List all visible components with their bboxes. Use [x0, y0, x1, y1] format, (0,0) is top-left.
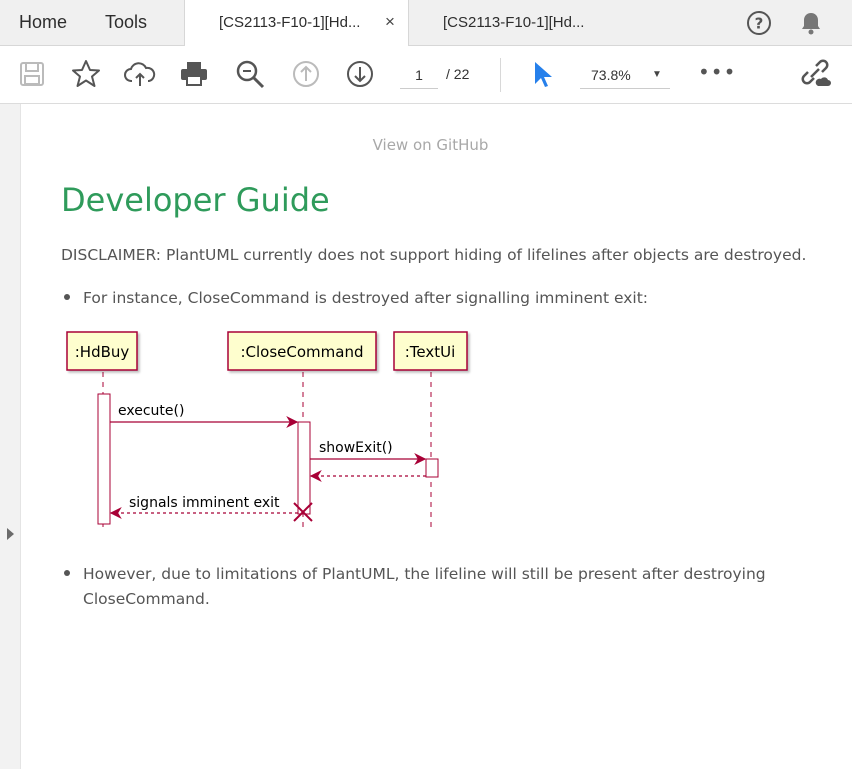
print-icon[interactable] [178, 58, 210, 90]
close-icon[interactable]: × [385, 12, 395, 32]
toolbar-divider [500, 58, 501, 92]
message-label: execute() [118, 403, 184, 419]
activation-closecommand [297, 421, 311, 515]
tab-label: [CS2113-F10-1][Hd... [443, 14, 585, 31]
page-up-icon[interactable] [290, 58, 322, 90]
sequence-diagram: :HdBuy :CloseCommand :TextUi execute() s… [66, 331, 468, 530]
participant-label: :TextUi [405, 343, 456, 361]
notification-bell-icon[interactable] [797, 9, 825, 41]
expand-panel-arrow-icon[interactable] [7, 528, 14, 540]
svg-text:?: ? [755, 15, 764, 33]
message-label: signals imminent exit [129, 495, 280, 511]
select-cursor-icon[interactable] [526, 58, 558, 90]
share-link-icon[interactable] [798, 58, 831, 90]
chevron-down-icon: ▼ [652, 69, 662, 80]
activation-hdbuy [97, 393, 111, 525]
help-icon[interactable]: ? [745, 9, 773, 41]
list-item: However, due to limitations of PlantUML,… [64, 562, 766, 612]
upload-cloud-icon[interactable] [124, 58, 156, 90]
github-link[interactable]: View on GitHub [21, 136, 840, 154]
page-number-input[interactable]: 1 [400, 62, 438, 89]
list-item-text: For instance, CloseCommand is destroyed … [83, 289, 648, 307]
participant-hdbuy: :HdBuy [66, 331, 138, 371]
zoom-value: 73.8% [591, 67, 631, 83]
list-item-text-cont: CloseCommand. [83, 590, 210, 608]
left-panel-rail [0, 104, 21, 769]
page-total: / 22 [446, 66, 470, 82]
tab-bar: Home Tools [CS2113-F10-1][Hd... × [CS211… [0, 0, 852, 47]
page-title: Developer Guide [61, 181, 330, 219]
bullet-dot-icon [64, 294, 70, 300]
more-icon[interactable]: ••• [698, 60, 736, 84]
bookmark-star-icon[interactable] [70, 58, 102, 90]
participant-textui: :TextUi [393, 331, 468, 371]
tab-document-active[interactable]: [CS2113-F10-1][Hd... × [184, 0, 409, 47]
participant-label: :HdBuy [75, 343, 130, 361]
save-icon[interactable] [16, 58, 48, 90]
tab-document-2[interactable]: [CS2113-F10-1][Hd... [409, 0, 634, 46]
toolbar: 1 / 22 73.8% ▼ ••• [0, 46, 852, 104]
tab-label: [CS2113-F10-1][Hd... [219, 14, 361, 31]
list-item-text: However, due to limitations of PlantUML,… [83, 565, 766, 583]
disclaimer-text: DISCLAIMER: PlantUML currently does not … [61, 246, 807, 264]
list-item: For instance, CloseCommand is destroyed … [64, 286, 648, 311]
nav-home[interactable]: Home [19, 12, 67, 33]
zoom-search-icon[interactable] [234, 58, 266, 90]
activation-textui [425, 458, 439, 478]
participant-closecommand: :CloseCommand [227, 331, 377, 371]
message-label: showExit() [319, 440, 393, 456]
nav-tools[interactable]: Tools [105, 12, 147, 33]
participant-label: :CloseCommand [240, 343, 363, 361]
bullet-dot-icon [64, 570, 70, 576]
page-down-icon[interactable] [344, 58, 376, 90]
document-page: View on GitHub Developer Guide DISCLAIME… [21, 104, 852, 769]
zoom-dropdown[interactable]: 73.8% ▼ [580, 62, 670, 89]
